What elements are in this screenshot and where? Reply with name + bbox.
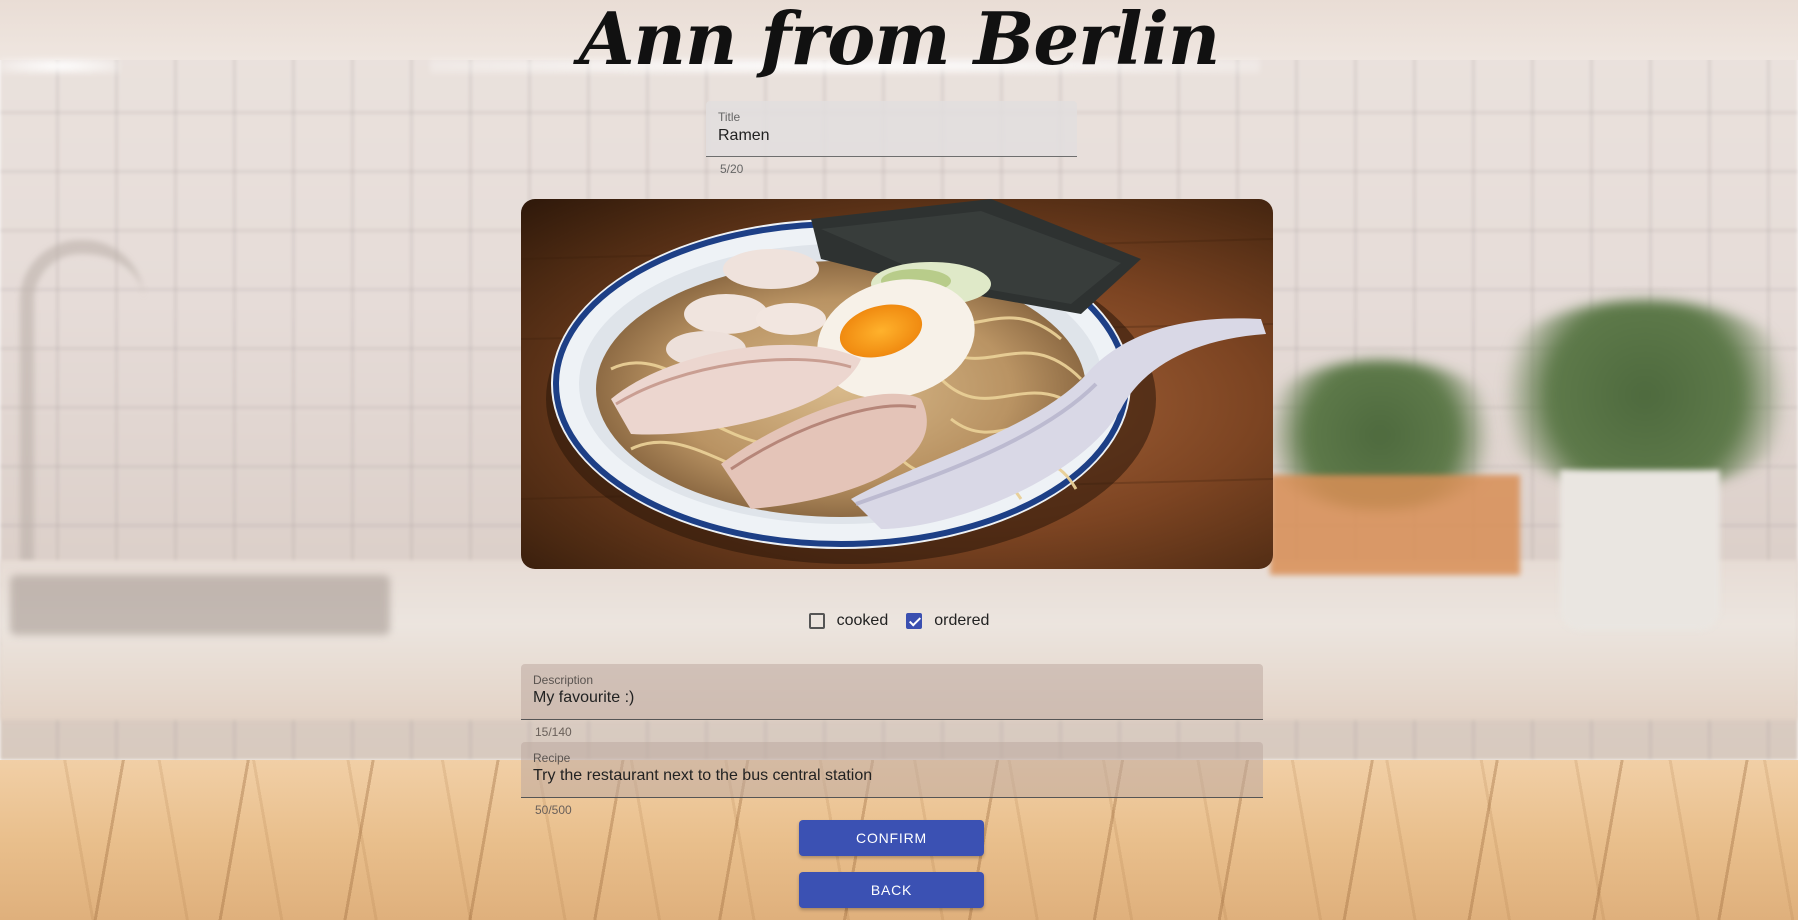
- description-field[interactable]: Description My favourite :): [521, 664, 1263, 720]
- page-title: Ann from Berlin: [578, 0, 1220, 81]
- recipe-field[interactable]: Recipe Try the restaurant next to the bu…: [521, 742, 1263, 798]
- title-char-counter: 5/20: [720, 162, 744, 176]
- cooked-label: cooked: [836, 612, 889, 629]
- cooked-checkbox[interactable]: cooked: [808, 612, 889, 630]
- confirm-button[interactable]: CONFIRM: [799, 820, 984, 856]
- cooked-checkbox-box[interactable]: [808, 613, 825, 629]
- title-field-value[interactable]: Ramen: [718, 127, 770, 145]
- title-field-label: Title: [718, 110, 741, 124]
- ordered-checkbox-box[interactable]: [906, 613, 923, 629]
- description-char-counter: 15/140: [535, 725, 572, 739]
- ramen-photo: [521, 199, 1273, 569]
- recipe-char-counter: 50/500: [535, 803, 572, 817]
- dish-type-options: cooked ordered: [0, 612, 1798, 630]
- recipe-field-value[interactable]: Try the restaurant next to the bus centr…: [533, 767, 872, 785]
- back-button[interactable]: BACK: [799, 872, 984, 908]
- description-field-value[interactable]: My favourite :): [533, 689, 634, 707]
- ramen-bowl-illustration: [521, 199, 1273, 564]
- recipe-field-label: Recipe: [533, 751, 571, 765]
- title-field[interactable]: Title Ramen: [706, 101, 1077, 157]
- ordered-checkbox[interactable]: ordered: [906, 612, 989, 630]
- description-field-label: Description: [533, 673, 594, 687]
- ordered-label: ordered: [934, 612, 990, 629]
